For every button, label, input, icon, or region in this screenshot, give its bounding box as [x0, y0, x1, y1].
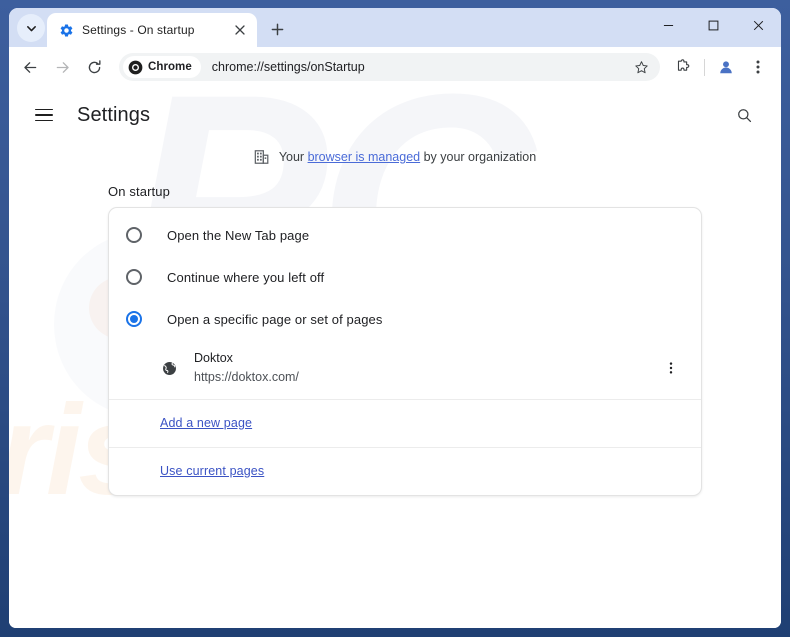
browser-toolbar: Chrome	[9, 47, 781, 87]
browser-window: Settings - On startup	[9, 8, 781, 628]
startup-option-continue[interactable]: Continue where you left off	[109, 256, 701, 298]
settings-header: Settings	[9, 87, 781, 143]
startup-page-name: Doktox	[194, 351, 233, 365]
three-dot-menu-icon	[750, 59, 766, 75]
hamburger-menu-icon[interactable]	[35, 104, 57, 126]
startup-option-label: Open the New Tab page	[167, 228, 309, 243]
close-window-button[interactable]	[736, 8, 781, 42]
on-startup-card: Open the New Tab page Continue where you…	[108, 207, 702, 496]
tab-strip: Settings - On startup	[9, 8, 781, 47]
new-tab-button[interactable]	[263, 15, 291, 43]
managed-browser-banner: Your browser is managed by your organiza…	[9, 149, 781, 165]
startup-option-specific-pages[interactable]: Open a specific page or set of pages	[109, 298, 701, 340]
office-building-icon	[254, 149, 270, 165]
reload-button[interactable]	[79, 52, 109, 82]
three-dot-menu-icon	[664, 361, 678, 375]
settings-gear-icon	[58, 22, 74, 38]
forward-arrow-icon	[54, 59, 71, 76]
chrome-logo-icon	[128, 60, 143, 75]
maximize-button[interactable]	[691, 8, 736, 42]
startup-page-text: Doktox https://doktox.com/	[194, 349, 658, 388]
minimize-icon	[663, 20, 674, 31]
chrome-origin-chip[interactable]: Chrome	[123, 56, 201, 78]
url-input[interactable]	[201, 60, 628, 74]
radio-button[interactable]	[126, 269, 142, 285]
chrome-chip-label: Chrome	[148, 61, 192, 73]
managed-banner-text: Your browser is managed by your organiza…	[279, 150, 536, 164]
settings-search-button[interactable]	[729, 100, 759, 130]
close-icon	[753, 20, 764, 31]
bookmark-button[interactable]	[628, 54, 654, 80]
startup-page-row: Doktox https://doktox.com/	[109, 340, 701, 400]
window-controls	[646, 8, 781, 42]
plus-icon	[271, 23, 284, 36]
tab-title: Settings - On startup	[82, 23, 223, 37]
startup-option-label: Continue where you left off	[167, 270, 324, 285]
toolbar-divider	[704, 59, 705, 76]
add-new-page-row: Add a new page	[109, 400, 701, 448]
startup-page-url: https://doktox.com/	[194, 370, 299, 384]
chevron-down-icon	[26, 23, 37, 34]
browser-menu-button[interactable]	[743, 52, 773, 82]
startup-option-new-tab[interactable]: Open the New Tab page	[109, 214, 701, 256]
managed-prefix: Your	[279, 150, 308, 164]
page-title: Settings	[77, 104, 150, 127]
reload-icon	[86, 59, 103, 76]
star-icon	[634, 60, 649, 75]
minimize-button[interactable]	[646, 8, 691, 42]
managed-link[interactable]: browser is managed	[308, 150, 421, 164]
startup-option-label: Open a specific page or set of pages	[167, 312, 383, 327]
maximize-icon	[708, 20, 719, 31]
tab-close-button[interactable]	[231, 21, 249, 39]
radio-button-selected[interactable]	[126, 311, 142, 327]
address-bar[interactable]: Chrome	[119, 53, 660, 81]
startup-page-menu-button[interactable]	[658, 355, 684, 381]
profile-avatar-icon	[717, 58, 735, 76]
section-title: On startup	[108, 184, 781, 199]
radio-button[interactable]	[126, 227, 142, 243]
close-icon	[235, 25, 245, 35]
extensions-button[interactable]	[668, 52, 698, 82]
use-current-pages-row: Use current pages	[109, 448, 701, 495]
globe-icon	[160, 359, 178, 377]
puzzle-piece-icon	[675, 59, 692, 76]
search-icon	[736, 107, 753, 124]
add-new-page-link[interactable]: Add a new page	[160, 416, 252, 430]
profile-button[interactable]	[711, 52, 741, 82]
settings-page: PC risk.com Settings	[9, 87, 781, 628]
forward-button[interactable]	[47, 52, 77, 82]
use-current-pages-link[interactable]: Use current pages	[160, 464, 264, 478]
desktop-window-frame: Settings - On startup	[0, 0, 790, 637]
managed-suffix: by your organization	[420, 150, 536, 164]
back-button[interactable]	[15, 52, 45, 82]
tab-search-button[interactable]	[17, 14, 45, 42]
back-arrow-icon	[22, 59, 39, 76]
browser-tab[interactable]: Settings - On startup	[47, 13, 257, 47]
